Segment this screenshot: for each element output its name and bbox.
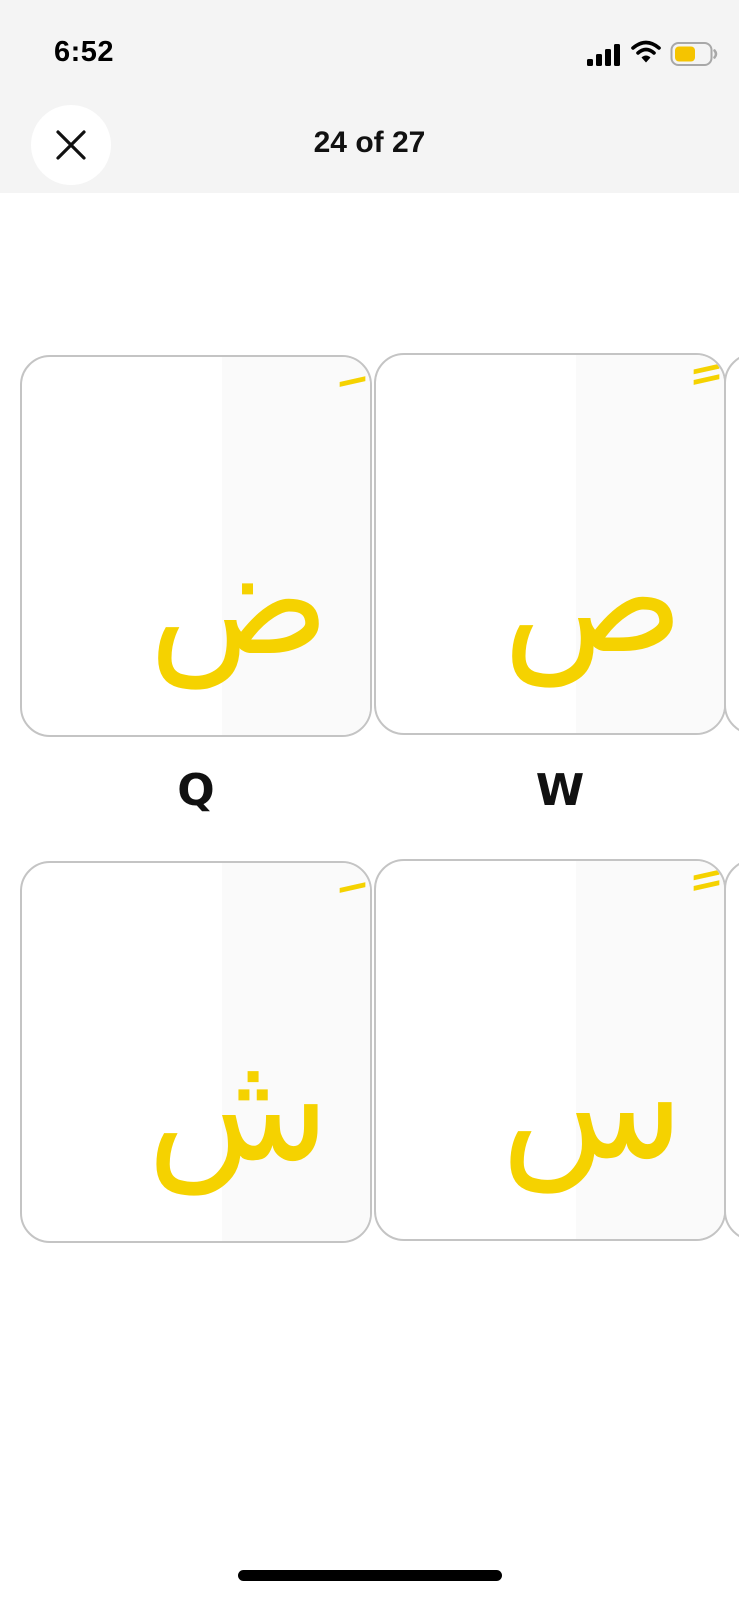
arabic-letter: ش	[146, 1021, 330, 1195]
status-bar: 6:52	[0, 0, 739, 100]
keyboard-key-sticker: َ ض	[20, 355, 372, 737]
top-bar: 6:52 24 of 27	[0, 0, 739, 193]
arabic-letter: ض	[148, 515, 330, 689]
arabic-letter: س	[500, 1019, 684, 1193]
keyboard-key-sticker-partial	[724, 859, 739, 1241]
latin-key-label: W	[535, 765, 585, 816]
arabic-letter: ص	[502, 513, 684, 687]
wifi-icon	[631, 40, 661, 63]
keyboard-key-sticker-partial	[724, 353, 739, 735]
keyboard-key-sticker: ً ص	[374, 353, 726, 735]
signal-icon	[587, 44, 620, 66]
keyboard-key-sticker: ً س	[374, 859, 726, 1241]
latin-key-label: Q	[177, 765, 215, 816]
status-time: 6:52	[54, 36, 115, 68]
home-indicator[interactable]	[238, 1570, 502, 1581]
page-counter: 24 of 27	[313, 126, 426, 159]
battery-icon	[670, 42, 718, 66]
product-image[interactable]: َ ض Q ً ص W َ ش ً س	[0, 193, 739, 1560]
nav-bar: 24 of 27	[0, 100, 739, 193]
keyboard-key-sticker: َ ش	[20, 861, 372, 1243]
